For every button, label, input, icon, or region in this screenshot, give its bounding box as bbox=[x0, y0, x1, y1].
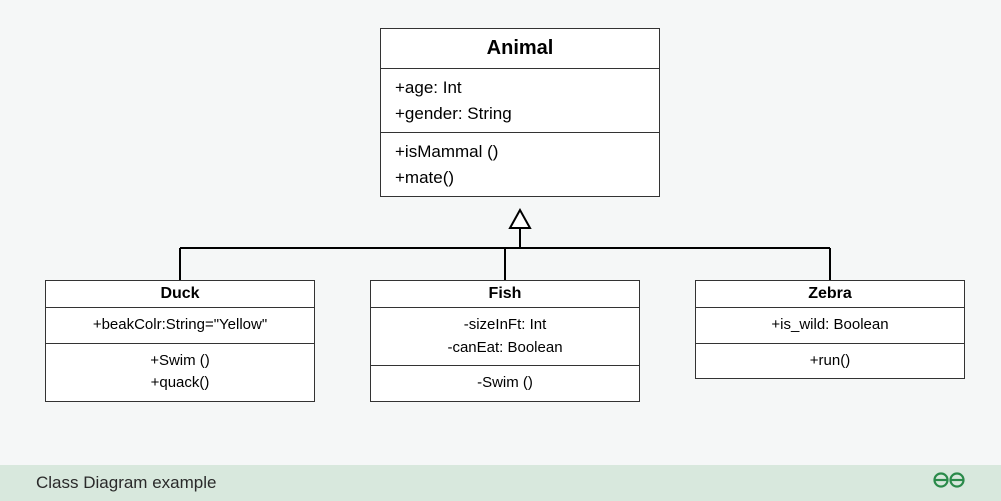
attributes-section: -sizeInFt: Int -canEat: Boolean bbox=[371, 308, 639, 366]
class-name: Duck bbox=[46, 281, 314, 308]
caption-text: Class Diagram example bbox=[36, 473, 216, 493]
method: -Swim () bbox=[385, 372, 625, 395]
geeksforgeeks-logo-icon bbox=[933, 470, 965, 496]
attributes-section: +is_wild: Boolean bbox=[696, 308, 964, 344]
method: +isMammal () bbox=[395, 139, 645, 165]
attribute: +beakColr:String="Yellow" bbox=[60, 314, 300, 337]
class-animal: Animal +age: Int +gender: String +isMamm… bbox=[380, 28, 660, 197]
class-fish: Fish -sizeInFt: Int -canEat: Boolean -Sw… bbox=[370, 280, 640, 402]
method: +Swim () bbox=[60, 350, 300, 373]
attributes-section: +beakColr:String="Yellow" bbox=[46, 308, 314, 344]
class-name: Zebra bbox=[696, 281, 964, 308]
method: +quack() bbox=[60, 372, 300, 395]
attribute: +gender: String bbox=[395, 101, 645, 127]
attribute: -canEat: Boolean bbox=[385, 337, 625, 360]
diagram-canvas: Animal +age: Int +gender: String +isMamm… bbox=[0, 0, 1001, 465]
class-duck: Duck +beakColr:String="Yellow" +Swim () … bbox=[45, 280, 315, 402]
methods-section: -Swim () bbox=[371, 366, 639, 401]
class-zebra: Zebra +is_wild: Boolean +run() bbox=[695, 280, 965, 379]
attributes-section: +age: Int +gender: String bbox=[381, 69, 659, 133]
caption-bar: Class Diagram example bbox=[0, 465, 1001, 501]
attribute: +is_wild: Boolean bbox=[710, 314, 950, 337]
method: +mate() bbox=[395, 165, 645, 191]
methods-section: +Swim () +quack() bbox=[46, 344, 314, 401]
class-name: Fish bbox=[371, 281, 639, 308]
methods-section: +isMammal () +mate() bbox=[381, 133, 659, 196]
method: +run() bbox=[710, 350, 950, 373]
methods-section: +run() bbox=[696, 344, 964, 379]
attribute: +age: Int bbox=[395, 75, 645, 101]
class-name: Animal bbox=[381, 29, 659, 69]
attribute: -sizeInFt: Int bbox=[385, 314, 625, 337]
